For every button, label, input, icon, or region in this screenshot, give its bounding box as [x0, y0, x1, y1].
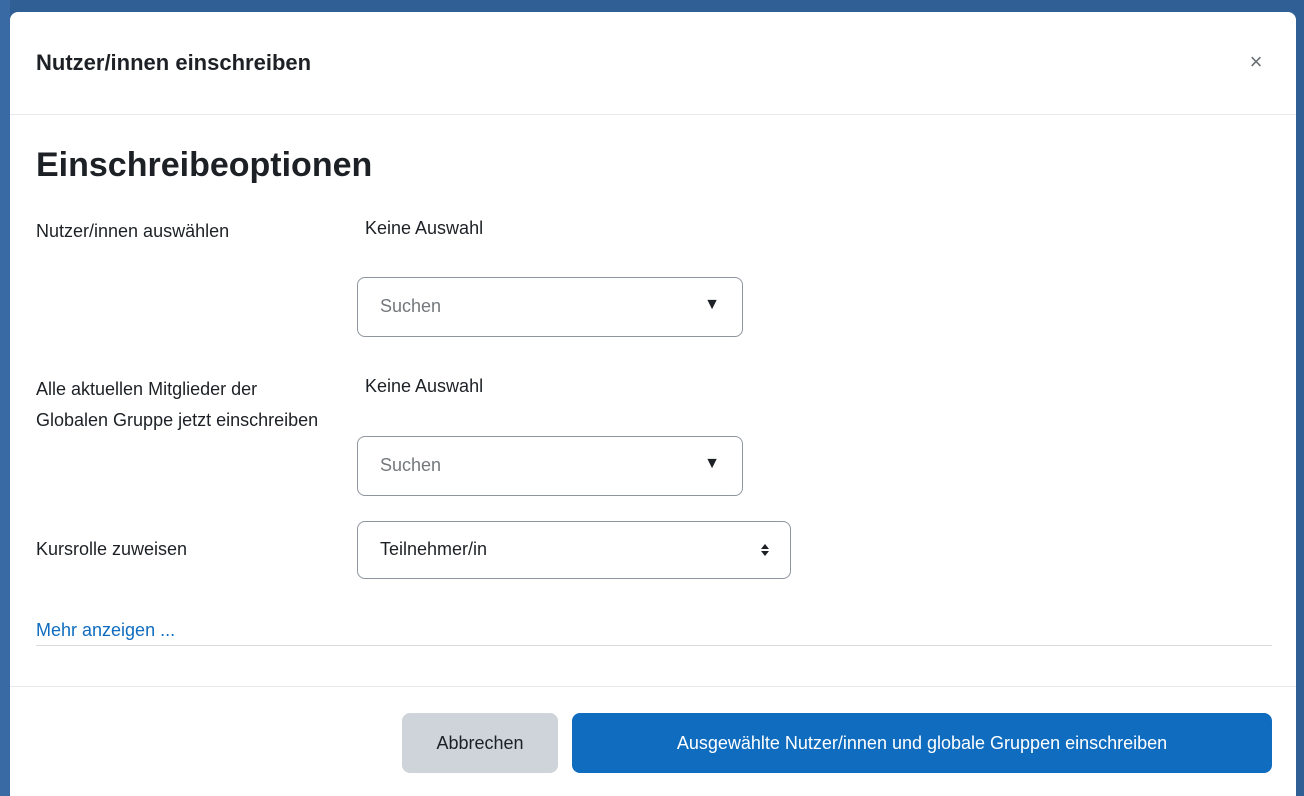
- dialog-title: Nutzer/innen einschreiben: [36, 50, 312, 75]
- role-select[interactable]: Teilnehmer/in: [357, 521, 791, 579]
- cohorts-search-autocomplete[interactable]: Suchen ▼: [357, 436, 743, 496]
- section-divider: [36, 645, 1272, 646]
- users-search-placeholder: Suchen: [380, 296, 442, 316]
- page-backdrop: [0, 0, 10, 796]
- role-select-value: Teilnehmer/in: [380, 539, 488, 559]
- caret-down-icon[interactable]: ▼: [704, 455, 720, 473]
- role-field-label: Kursrolle zuweisen: [36, 539, 188, 559]
- close-button[interactable]: ×: [1244, 50, 1268, 74]
- section-heading: Einschreibeoptionen: [36, 146, 373, 184]
- dialog-footer: Abbrechen Ausgewählte Nutzer/innen und g…: [10, 686, 1296, 796]
- show-more-link[interactable]: Mehr anzeigen ...: [36, 620, 175, 641]
- enrol-users-dialog: Nutzer/innen einschreiben × Einschreibeo…: [10, 12, 1296, 796]
- caret-down-icon[interactable]: ▼: [704, 296, 720, 314]
- users-search-autocomplete[interactable]: Suchen ▼: [357, 277, 743, 337]
- updown-icon: [761, 544, 769, 556]
- users-selection-text: Keine Auswahl: [365, 218, 484, 238]
- cancel-button[interactable]: Abbrechen: [402, 713, 558, 773]
- cohorts-search-placeholder: Suchen: [380, 455, 442, 475]
- cohorts-field-label: Alle aktuellen Mitglieder der Globalen G…: [36, 379, 319, 430]
- cohorts-selection-text: Keine Auswahl: [365, 376, 484, 396]
- dialog-header: Nutzer/innen einschreiben ×: [10, 12, 1296, 115]
- close-icon: ×: [1249, 49, 1263, 74]
- enrol-selected-button[interactable]: Ausgewählte Nutzer/innen und globale Gru…: [572, 713, 1272, 773]
- users-field-label: Nutzer/innen auswählen: [36, 221, 230, 241]
